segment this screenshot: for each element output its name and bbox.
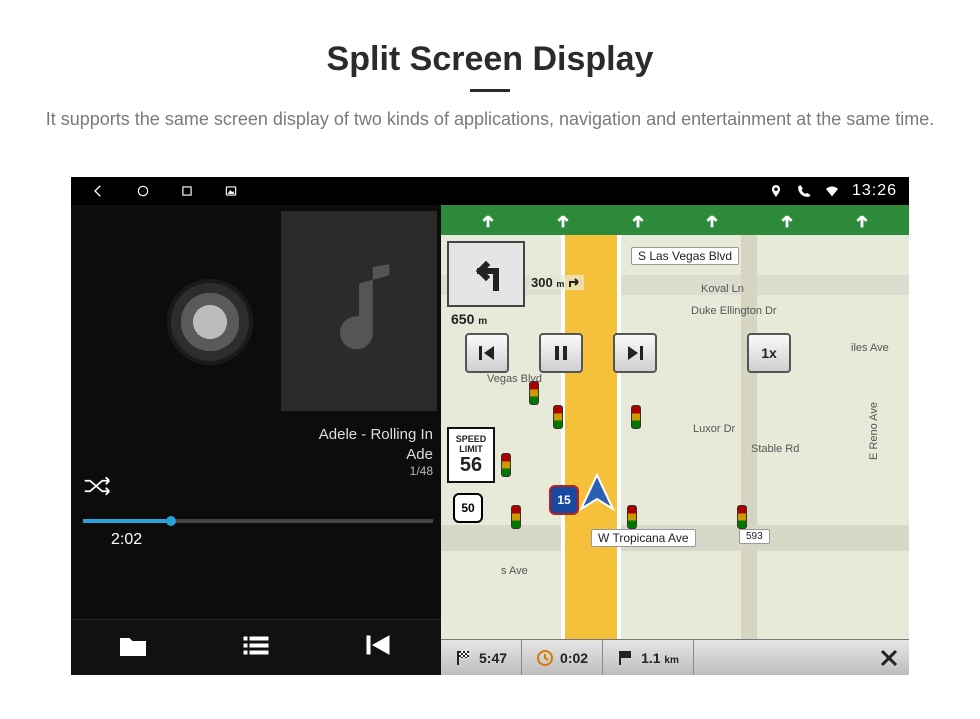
album-art-placeholder	[281, 211, 437, 411]
street-label: S Las Vegas Blvd	[631, 247, 739, 265]
street-label: iles Ave	[851, 342, 889, 354]
traffic-light-icon	[631, 405, 641, 429]
music-note-icon	[314, 256, 404, 366]
flag-icon	[455, 649, 473, 667]
vinyl-record-icon[interactable]	[167, 279, 253, 365]
folder-button[interactable]	[119, 633, 147, 662]
traffic-light-icon	[553, 405, 563, 429]
street-label: Koval Ln	[701, 283, 744, 295]
wifi-icon	[824, 183, 840, 199]
home-icon[interactable]	[135, 183, 151, 199]
route-shield: 50	[453, 493, 483, 523]
navigation-pane: S Las Vegas Blvd Koval Ln Duke Ellington…	[441, 205, 909, 675]
vehicle-position-icon	[577, 473, 617, 513]
title-accent	[470, 89, 510, 92]
lane-arrow-icon	[851, 209, 873, 231]
street-number-label: 593	[739, 529, 770, 544]
lane-arrow-icon	[627, 209, 649, 231]
nav-prev-button[interactable]	[465, 333, 509, 373]
nav-speed-button[interactable]: 1x	[747, 333, 791, 373]
interstate-shield: 15	[549, 485, 579, 515]
street-label: Stable Rd	[751, 443, 799, 455]
track-title: Adele - Rolling In	[319, 425, 433, 445]
track-metadata: Adele - Rolling In Ade 1/48	[319, 425, 433, 480]
back-icon[interactable]	[91, 183, 107, 199]
nav-duration[interactable]: 0:02	[522, 640, 603, 675]
close-icon	[879, 648, 899, 668]
nav-close-button[interactable]	[869, 640, 909, 675]
phone-icon	[796, 183, 812, 199]
street-label: s Ave	[501, 565, 528, 577]
music-art-area: Adele - Rolling In Ade 1/48 2:02	[71, 205, 441, 619]
nav-eta[interactable]: 5:47	[441, 640, 522, 675]
nav-control-row: 1x	[465, 333, 791, 373]
page-subtitle: It supports the same screen display of t…	[40, 106, 940, 133]
street-label: W Tropicana Ave	[591, 529, 696, 547]
seek-bar[interactable]	[83, 519, 433, 523]
clock: 13:26	[852, 182, 897, 200]
map-road	[741, 235, 757, 639]
picture-icon	[223, 183, 239, 199]
music-bottom-bar	[71, 619, 441, 675]
speed-limit-sign: SPEED LIMIT 56	[447, 427, 495, 483]
nav-bottom-bar: 5:47 0:02 1.1 km	[441, 639, 909, 675]
next-turn-distance: 300 m	[529, 275, 584, 290]
device-frame: 13:26 Adele - Rolling In Ade 1/48	[71, 177, 909, 675]
traffic-light-icon	[511, 505, 521, 529]
nav-next-button[interactable]	[613, 333, 657, 373]
lane-arrow-icon	[776, 209, 798, 231]
recent-apps-icon[interactable]	[179, 183, 195, 199]
flag-icon	[617, 649, 635, 667]
turn-right-small-icon	[568, 278, 582, 288]
page-title: Split Screen Display	[40, 40, 940, 79]
traffic-light-icon	[529, 381, 539, 405]
street-label: Duke Ellington Dr	[691, 305, 777, 317]
traffic-light-icon	[737, 505, 747, 529]
playlist-button[interactable]	[242, 633, 270, 662]
previous-track-button[interactable]	[365, 633, 393, 662]
nav-distance[interactable]: 1.1 km	[603, 640, 694, 675]
nav-pause-button[interactable]	[539, 333, 583, 373]
traffic-light-icon	[627, 505, 637, 529]
traffic-light-icon	[501, 453, 511, 477]
elapsed-time: 2:02	[111, 531, 142, 549]
lane-arrow-icon	[701, 209, 723, 231]
lane-arrow-icon	[477, 209, 499, 231]
next-turn-panel	[447, 241, 525, 307]
map-route	[561, 235, 621, 639]
turn-left-icon	[466, 257, 506, 291]
clock-flag-icon	[536, 649, 554, 667]
street-label: Luxor Dr	[693, 423, 735, 435]
music-pane: Adele - Rolling In Ade 1/48 2:02	[71, 205, 441, 675]
track-artist: Ade	[319, 445, 433, 465]
street-label: E Reno Ave	[868, 402, 880, 460]
shuffle-button[interactable]	[83, 476, 111, 501]
lane-guidance-bar	[441, 205, 909, 235]
location-icon	[768, 183, 784, 199]
current-turn-distance: 650 m	[451, 311, 487, 327]
status-bar: 13:26	[71, 177, 909, 205]
lane-arrow-icon	[552, 209, 574, 231]
